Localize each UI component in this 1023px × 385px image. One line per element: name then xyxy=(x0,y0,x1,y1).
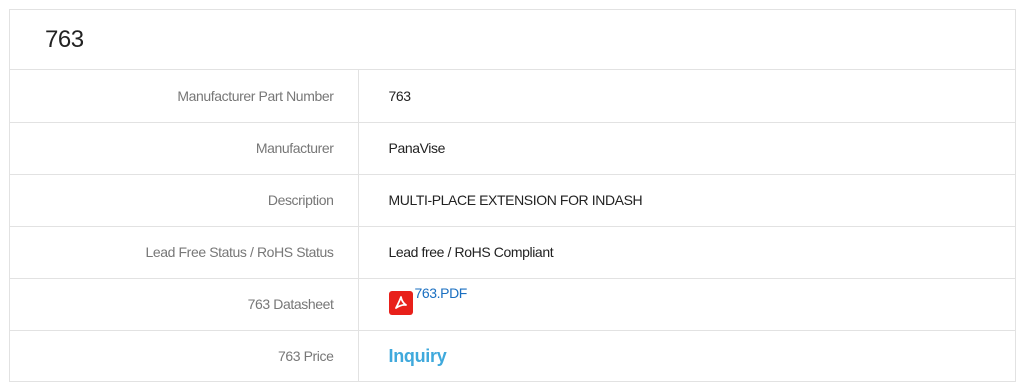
spec-value: Lead free / RoHS Compliant xyxy=(388,244,554,260)
spec-label: Manufacturer Part Number xyxy=(10,70,359,122)
spec-label: Manufacturer xyxy=(10,122,359,174)
table-row-price: 763 Price Inquiry xyxy=(10,330,1015,382)
spec-value: 763 xyxy=(388,87,412,104)
spec-table: Manufacturer Part Number 763 Manufacture… xyxy=(10,70,1015,382)
table-row-manufacturer: Manufacturer PanaVise xyxy=(10,122,1015,174)
pdf-icon xyxy=(388,290,413,315)
spec-label: 763 Datasheet xyxy=(10,278,359,330)
spec-value: PanaVise xyxy=(388,140,446,156)
product-card: 763 Manufacturer Part Number 763 Manufac… xyxy=(9,9,1016,382)
spec-label: Description xyxy=(10,174,359,226)
table-row-description: Description MULTI-PLACE EXTENSION FOR IN… xyxy=(10,174,1015,226)
spec-label: Lead Free Status / RoHS Status xyxy=(10,226,359,278)
table-row-part-number: Manufacturer Part Number 763 xyxy=(10,70,1015,122)
spec-label: 763 Price xyxy=(10,330,359,382)
table-row-datasheet: 763 Datasheet 763.PDF xyxy=(10,278,1015,330)
spec-value-price: Inquiry xyxy=(358,330,1015,382)
datasheet-link-label: 763.PDF xyxy=(414,284,468,301)
inquiry-link[interactable]: Inquiry xyxy=(389,346,447,366)
spec-value: MULTI-PLACE EXTENSION FOR INDASH xyxy=(388,192,643,208)
table-row-rohs-status: Lead Free Status / RoHS Status Lead free… xyxy=(10,226,1015,278)
datasheet-link[interactable]: 763.PDF xyxy=(388,284,468,315)
page-title: 763 xyxy=(45,25,84,53)
card-header: 763 xyxy=(10,10,1015,70)
spec-value-datasheet: 763.PDF xyxy=(358,278,1015,330)
